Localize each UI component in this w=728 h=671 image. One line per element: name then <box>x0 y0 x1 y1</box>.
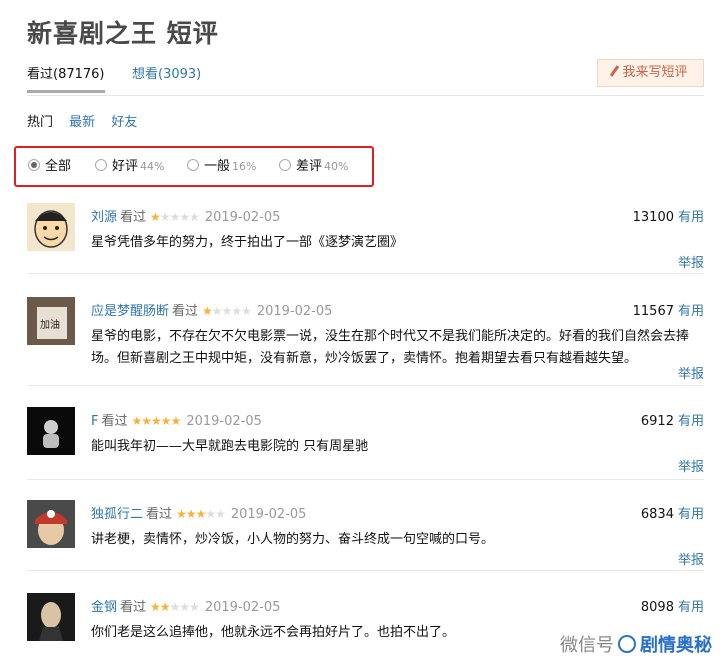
filter-neutral[interactable]: 一般 16% <box>187 155 256 174</box>
star-filled-icon: ★ <box>170 414 182 428</box>
comment-user[interactable]: 金钢 <box>91 600 117 615</box>
vote-count: 13100 有用 <box>632 210 704 225</box>
star-filled-icon: ★ <box>176 507 187 521</box>
comment-item: 加油 应是梦醒肠断 看过 ★★★★★ 2019-02-05 11567 有用 星爷的电影… <box>27 297 704 386</box>
radio-icon <box>279 159 291 171</box>
useful-button[interactable]: 有用 <box>678 414 704 429</box>
tab-bar: 看过(87176) 想看(3093) 我来写短评 <box>27 59 704 96</box>
avatar[interactable] <box>27 203 75 251</box>
sort-latest[interactable]: 最新 <box>69 115 95 130</box>
vote-count: 6912 有用 <box>640 414 704 429</box>
tab-watched[interactable]: 看过(87176) <box>27 63 105 93</box>
rating-stars: ★★★★★ <box>202 304 252 318</box>
comment-text: 能叫我年初——大早就跑去电影院的 只有周星驰 <box>91 439 369 454</box>
filter-positive[interactable]: 好评 44% <box>95 155 164 174</box>
star-empty-icon: ★ <box>241 304 252 318</box>
star-filled-icon: ★ <box>150 600 161 614</box>
star-filled-icon: ★ <box>151 414 162 428</box>
useful-button[interactable]: 有用 <box>678 210 704 225</box>
star-filled-icon: ★ <box>131 414 143 428</box>
comment-user[interactable]: F <box>91 414 98 429</box>
star-filled-icon: ★ <box>141 414 152 428</box>
star-empty-icon: ★ <box>169 210 181 224</box>
report-button[interactable]: 举报 <box>678 456 704 475</box>
avatar[interactable] <box>27 407 75 455</box>
pencil-icon <box>610 65 620 77</box>
star-empty-icon: ★ <box>159 210 171 224</box>
write-review-label: 我来写短评 <box>622 65 688 80</box>
comment-text: 星爷凭借多年的努力，终于拍出了一部《逐梦演艺圈》 <box>91 235 404 250</box>
rating-stars: ★★★★★ <box>150 600 200 614</box>
comment-meta: 应是梦醒肠断 看过 ★★★★★ 2019-02-05 <box>91 304 333 319</box>
vote-count: 6834 有用 <box>640 507 704 522</box>
comment-item: 刘源 看过 ★★★★★ 2019-02-05 13100 有用 星爷凭借多年的努力，终于… <box>27 203 704 274</box>
radio-icon <box>187 159 199 171</box>
sort-options: 热门 最新 好友 <box>27 111 149 130</box>
star-empty-icon: ★ <box>189 600 200 614</box>
tab-want-to-watch[interactable]: 想看(3093) <box>132 63 201 82</box>
star-filled-icon: ★ <box>195 507 207 521</box>
sort-friends[interactable]: 好友 <box>111 115 137 130</box>
star-empty-icon: ★ <box>169 600 181 614</box>
filter-all[interactable]: 全部 <box>28 155 71 174</box>
star-empty-icon: ★ <box>221 304 233 318</box>
comment-user[interactable]: 应是梦醒肠断 <box>91 304 169 319</box>
report-button[interactable]: 举报 <box>678 363 704 382</box>
star-filled-icon: ★ <box>185 507 197 521</box>
sort-hot[interactable]: 热门 <box>27 115 53 130</box>
star-empty-icon: ★ <box>205 507 216 521</box>
watermark: 微信号 剧情奥秘 <box>560 635 712 656</box>
svg-text:加油: 加油 <box>40 318 60 331</box>
star-filled-icon: ★ <box>160 414 172 428</box>
vote-count: 11567 有用 <box>632 304 704 319</box>
radio-icon <box>95 159 107 171</box>
radio-selected-icon <box>28 159 40 171</box>
rating-stars: ★★★★★ <box>176 507 226 521</box>
logo-icon <box>618 635 636 653</box>
rating-stars: ★★★★★ <box>150 210 200 224</box>
comment-item: 独孤行二 看过 ★★★★★ 2019-02-05 6834 有用 讲老梗，卖情怀，炒冷饭… <box>27 500 704 571</box>
comment-meta: 独孤行二 看过 ★★★★★ 2019-02-05 <box>91 507 307 522</box>
star-empty-icon: ★ <box>211 304 223 318</box>
useful-button[interactable]: 有用 <box>678 600 704 615</box>
useful-button[interactable]: 有用 <box>678 304 704 319</box>
comment-text: 讲老梗，卖情怀，炒冷饭，小人物的努力、奋斗终成一句空喊的口号。 <box>91 532 495 547</box>
comment-meta: F 看过 ★★★★★ 2019-02-05 <box>91 414 262 429</box>
vote-count: 8098 有用 <box>640 600 704 615</box>
star-filled-icon: ★ <box>159 600 171 614</box>
star-empty-icon: ★ <box>215 507 226 521</box>
rating-stars: ★★★★★ <box>131 414 182 428</box>
star-empty-icon: ★ <box>179 600 190 614</box>
star-empty-icon: ★ <box>231 304 242 318</box>
filter-negative[interactable]: 差评 40% <box>279 155 348 174</box>
comment-user[interactable]: 刘源 <box>91 210 117 225</box>
star-filled-icon: ★ <box>150 210 161 224</box>
page-title: 新喜剧之王 短评 <box>27 19 219 48</box>
star-empty-icon: ★ <box>189 210 200 224</box>
comment-meta: 刘源 看过 ★★★★★ 2019-02-05 <box>91 210 281 225</box>
comment-item: F 看过 ★★★★★ 2019-02-05 6912 有用 能叫我年初——大早就跑去电影… <box>27 407 704 480</box>
report-button[interactable]: 举报 <box>678 252 704 271</box>
comment-text: 星爷的电影，不存在欠不欠电影票一说，没生在那个时代又不是我们能所决定的。好看的我… <box>91 329 690 366</box>
comment-meta: 金钢 看过 ★★★★★ 2019-02-05 <box>91 600 281 615</box>
comment-user[interactable]: 独孤行二 <box>91 507 143 522</box>
avatar[interactable] <box>27 593 75 641</box>
avatar[interactable]: 加油 <box>27 297 75 345</box>
report-button[interactable]: 举报 <box>678 549 704 568</box>
useful-button[interactable]: 有用 <box>678 507 704 522</box>
star-empty-icon: ★ <box>179 210 190 224</box>
write-review-button[interactable]: 我来写短评 <box>597 59 704 87</box>
star-filled-icon: ★ <box>202 304 213 318</box>
avatar[interactable] <box>27 500 75 548</box>
